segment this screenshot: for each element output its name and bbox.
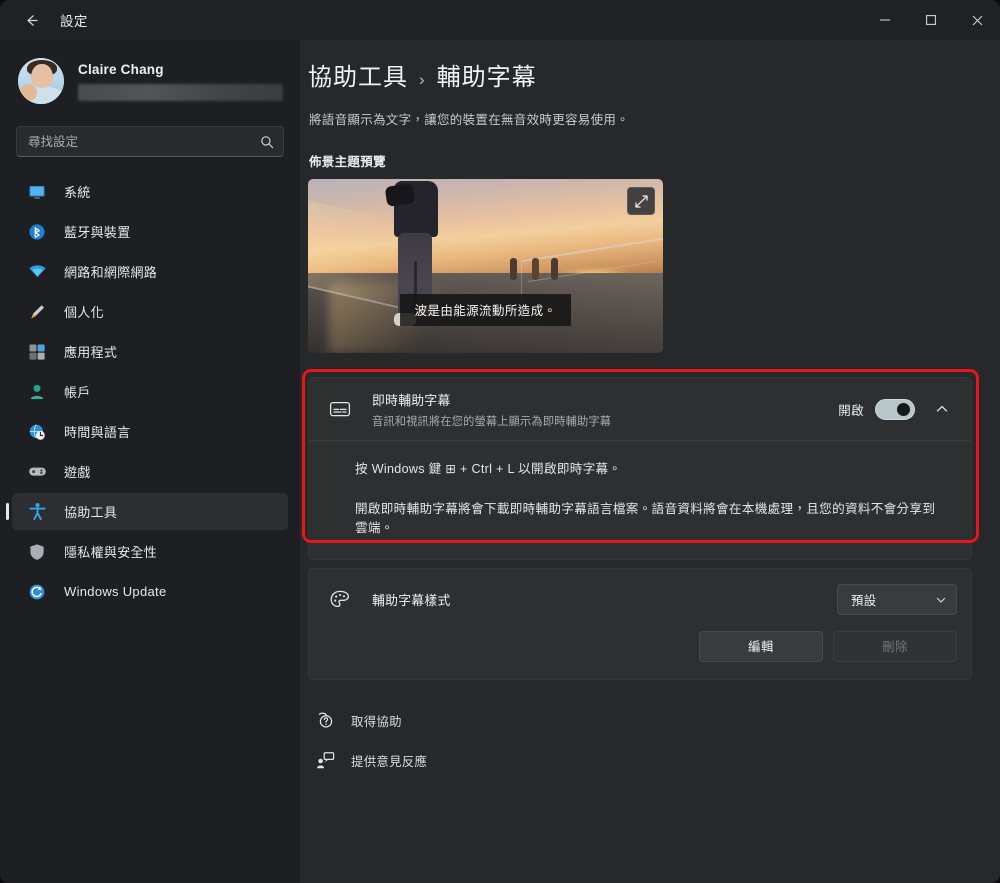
search-box[interactable]	[16, 126, 284, 157]
sidebar-item-accessibility[interactable]: 協助工具	[6, 493, 288, 530]
preview-distant-person	[531, 257, 539, 280]
minimize-button[interactable]	[862, 0, 908, 40]
page-description: 將語音顯示為文字，讓您的裝置在無音效時更容易使用。	[309, 113, 630, 127]
sidebar-item-label: 協助工具	[64, 505, 118, 520]
live-captions-row[interactable]: 即時輔助字幕 音訊和視訊將在您的螢幕上顯示為即時輔助字幕 開啟	[309, 378, 971, 440]
wifi-icon	[26, 261, 48, 283]
sidebar-item-bluetooth[interactable]: 藍牙與裝置	[12, 213, 288, 250]
caption-style-title: 輔助字幕樣式	[372, 593, 451, 609]
sidebar-item-label: 時間與語言	[64, 425, 131, 440]
search-icon[interactable]	[260, 135, 274, 149]
apps-grid-icon	[26, 341, 48, 363]
sidebar-item-system[interactable]: 系統	[12, 173, 288, 210]
chevron-right-icon: ›	[419, 70, 426, 89]
expand-fullscreen-icon[interactable]	[627, 187, 655, 215]
clock-globe-icon	[26, 421, 48, 443]
sidebar-item-apps[interactable]: 應用程式	[12, 333, 288, 370]
close-button[interactable]	[954, 0, 1000, 40]
sidebar-item-label: 隱私權與安全性	[64, 545, 158, 560]
user-profile[interactable]: Claire Chang	[12, 58, 288, 104]
live-captions-icon	[327, 396, 353, 422]
footer-links: 取得協助 提供意見反應	[308, 706, 1000, 776]
sidebar-item-label: 藍牙與裝置	[64, 225, 131, 240]
caption-style-card: 輔助字幕樣式 預設 編輯 刪除	[308, 567, 972, 680]
settings-window: 設定 Claire Chang 尋找設定 系統 藍牙與裝置 網路和網際網路 個人…	[0, 0, 1000, 883]
footer-link-label: 提供意見反應	[351, 754, 428, 769]
sidebar-item-label: 帳戶	[64, 385, 91, 400]
sidebar-item-label: 網路和網際網路	[64, 265, 158, 280]
sidebar-item-label: Windows Update	[64, 584, 167, 599]
maximize-button[interactable]	[908, 0, 954, 40]
live-captions-toggle-label: 開啟	[838, 403, 864, 418]
sidebar-item-network[interactable]: 網路和網際網路	[12, 253, 288, 290]
sidebar-item-windows-update[interactable]: Windows Update	[12, 573, 288, 610]
preview-caption-text: 波是由能源流動所造成。	[399, 294, 572, 326]
preview-distant-person	[551, 257, 559, 280]
privacy-note: 開啟即時輔助字幕將會下載即時輔助字幕語言檔案。語音資料將會在本機處理，且您的資料…	[355, 501, 936, 536]
sidebar-item-personalization[interactable]: 個人化	[12, 293, 288, 330]
bluetooth-icon	[26, 221, 48, 243]
sidebar: Claire Chang 尋找設定 系統 藍牙與裝置 網路和網際網路 個人化 應…	[0, 40, 300, 883]
accessibility-person-icon	[26, 501, 48, 523]
preview-distant-person	[510, 257, 518, 280]
chevron-down-icon	[935, 594, 947, 606]
gamepad-icon	[26, 461, 48, 483]
sidebar-item-gaming[interactable]: 遊戲	[12, 453, 288, 490]
live-captions-subtitle: 音訊和視訊將在您的螢幕上顯示為即時輔助字幕	[372, 415, 612, 428]
theme-preview[interactable]: 波是由能源流動所造成。	[308, 179, 663, 353]
footer-link-label: 取得協助	[351, 714, 402, 729]
preview-section-label: 佈景主題預覽	[309, 155, 386, 169]
shield-icon	[26, 541, 48, 563]
caption-style-dropdown[interactable]: 預設	[837, 584, 957, 616]
sidebar-item-label: 系統	[64, 185, 91, 200]
caption-style-selected-value: 預設	[851, 593, 877, 608]
back-button[interactable]	[14, 5, 48, 35]
sidebar-item-label: 應用程式	[64, 345, 118, 360]
caption-style-actions: 編輯 刪除	[309, 630, 971, 679]
get-help-link[interactable]: 取得協助	[308, 706, 1000, 736]
palette-icon	[327, 587, 353, 613]
help-question-icon	[314, 710, 336, 732]
profile-name: Claire Chang	[78, 61, 164, 77]
chevron-up-icon[interactable]	[927, 394, 957, 424]
account-person-icon	[26, 381, 48, 403]
sidebar-item-privacy-security[interactable]: 隱私權與安全性	[12, 533, 288, 570]
edit-button[interactable]: 編輯	[699, 630, 823, 662]
content-pane: 協助工具 › 輔助字幕 將語音顯示為文字，讓您的裝置在無音效時更容易使用。 佈景…	[300, 40, 1000, 883]
paintbrush-icon	[26, 301, 48, 323]
sidebar-item-label: 遊戲	[64, 465, 91, 480]
live-captions-toggle[interactable]	[875, 398, 915, 420]
breadcrumb-current: 輔助字幕	[436, 64, 537, 91]
toggle-knob	[897, 402, 910, 416]
system-monitor-icon	[26, 181, 48, 203]
update-refresh-icon	[26, 581, 48, 603]
live-captions-title: 即時輔助字幕	[372, 392, 451, 408]
profile-email-redacted	[78, 83, 283, 101]
window-titlebar: 設定	[0, 0, 1000, 40]
sidebar-item-time-language[interactable]: 時間與語言	[12, 413, 288, 450]
shortcut-instruction: 按 Windows 鍵 ⊞ + Ctrl + L 以開啟即時字幕。	[355, 462, 622, 476]
sidebar-nav: 系統 藍牙與裝置 網路和網際網路 個人化 應用程式 帳戶 時間與語言 遊戲 協助…	[6, 173, 288, 610]
live-captions-expanded-content: 按 Windows 鍵 ⊞ + Ctrl + L 以開啟即時字幕。 開啟即時輔助…	[309, 440, 971, 559]
sidebar-item-accounts[interactable]: 帳戶	[12, 373, 288, 410]
window-title: 設定	[60, 14, 88, 29]
caption-style-row: 輔助字幕樣式 預設	[309, 569, 971, 631]
feedback-icon	[314, 750, 336, 772]
live-captions-card: 即時輔助字幕 音訊和視訊將在您的螢幕上顯示為即時輔助字幕 開啟 按 Window…	[308, 377, 972, 560]
breadcrumb: 協助工具 › 輔助字幕	[308, 57, 1000, 92]
breadcrumb-parent[interactable]: 協助工具	[308, 57, 408, 92]
delete-button: 刪除	[833, 630, 957, 662]
avatar	[18, 58, 64, 104]
search-input[interactable]	[17, 134, 283, 149]
window-controls	[862, 0, 1000, 40]
give-feedback-link[interactable]: 提供意見反應	[308, 746, 1000, 776]
sidebar-item-label: 個人化	[64, 305, 104, 320]
